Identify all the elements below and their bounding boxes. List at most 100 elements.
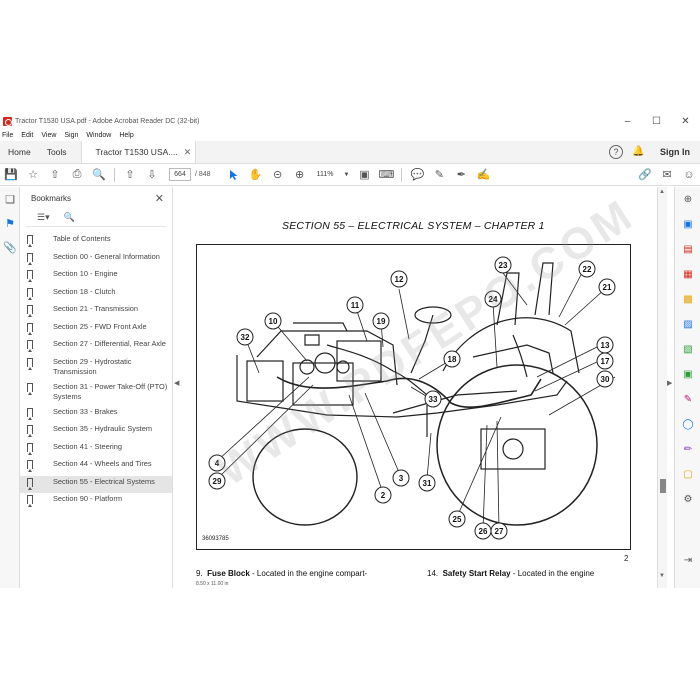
tab-document[interactable]: Tractor T1530 USA.... ✕ <box>80 141 197 163</box>
menu-file[interactable]: File <box>2 132 13 139</box>
item-number: 9. <box>196 569 203 578</box>
next-page-icon[interactable]: ⇩ <box>141 165 163 185</box>
bookmark-item[interactable]: Section 25 - FWD Front Axle <box>20 321 172 339</box>
acrobat-logo-icon <box>3 117 12 126</box>
callout-group: 23410111213171819212223242526 27293031323… <box>208 256 616 540</box>
toolbar-divider <box>401 167 403 182</box>
fit-page-icon[interactable]: ▣ <box>353 165 375 185</box>
window-controls: – ☐ ✕ <box>613 114 700 129</box>
fill-sign-icon[interactable]: ✍ <box>472 165 494 185</box>
account-icon[interactable]: ☺ <box>678 165 700 185</box>
bookmark-item[interactable]: Section 10 - Engine <box>20 268 172 286</box>
menu-sign[interactable]: Sign <box>64 132 78 139</box>
keyboard-icon[interactable]: ⌨ <box>375 165 397 185</box>
previous-page-icon[interactable]: ⇧ <box>119 165 141 185</box>
help-icon[interactable]: ? <box>609 145 623 159</box>
export-pdf-icon[interactable]: ▦ <box>675 262 700 287</box>
create-pdf-icon[interactable]: ▣ <box>675 212 700 237</box>
scroll-thumb[interactable] <box>660 479 666 493</box>
scroll-up-icon[interactable]: ▲ <box>659 189 665 195</box>
page-thumbnails-icon[interactable]: ❏ <box>0 187 20 211</box>
bookmark-item[interactable]: Section 90 - Platform <box>20 493 172 511</box>
select-cursor-icon[interactable] <box>223 165 245 185</box>
edit-pdf-icon[interactable]: ▧ <box>675 337 700 362</box>
bookmark-item[interactable]: Table of Contents <box>20 233 172 251</box>
expand-tools-handle[interactable]: ▶ <box>667 379 672 387</box>
bookmark-label: Section 33 - Brakes <box>53 406 118 416</box>
bookmark-item[interactable]: Section 00 - General Information <box>20 251 172 269</box>
bookmark-options-icon[interactable]: ☰▾ <box>37 212 50 223</box>
minimize-button[interactable]: – <box>613 114 642 129</box>
bookmark-item[interactable]: Section 41 - Steering <box>20 441 172 459</box>
close-panel-icon[interactable]: ✕ <box>155 192 164 205</box>
bookmarks-panel-icon[interactable]: ⚑ <box>0 211 20 235</box>
comment-tool-icon[interactable]: ▩ <box>675 287 700 312</box>
menu-help[interactable]: Help <box>119 132 133 139</box>
protect-icon[interactable]: ◯ <box>675 412 700 437</box>
hand-tool-icon[interactable]: ✋ <box>245 165 267 185</box>
bookmark-item[interactable]: Section 18 - Clutch <box>20 286 172 304</box>
bookmark-label: Section 31 - Power Take-Off (PTO) System… <box>53 381 168 402</box>
notification-bell-icon[interactable]: 🔔 <box>632 146 644 158</box>
menu-window[interactable]: Window <box>86 132 111 139</box>
page-number: 2 <box>624 554 629 563</box>
menu-view[interactable]: View <box>41 132 56 139</box>
tab-tools[interactable]: Tools <box>39 141 75 163</box>
scroll-down-icon[interactable]: ▼ <box>659 573 665 579</box>
collapse-panel-handle[interactable]: ◀ <box>174 379 179 387</box>
scan-ocr-icon[interactable]: ▣ <box>675 362 700 387</box>
callout-number: 13 <box>601 341 610 350</box>
request-signature-icon[interactable]: ✏ <box>675 437 700 462</box>
draw-icon[interactable]: ✒ <box>450 165 472 185</box>
bookmark-item[interactable]: Section 29 - Hydrostatic Transmission <box>20 356 172 381</box>
zoom-dropdown[interactable]: 111% ▼ <box>317 171 350 178</box>
page-number-input[interactable]: 664 <box>169 168 191 181</box>
description-fuse-block: 9. Fuse Block - Located in the engine co… <box>196 569 367 578</box>
more-tools-icon[interactable]: ▢ <box>675 462 700 487</box>
maximize-button[interactable]: ☐ <box>642 114 671 129</box>
find-icon[interactable]: 🔍 <box>88 165 110 185</box>
callout-number: 2 <box>381 491 386 500</box>
item-text: - Located in the engine <box>510 569 595 578</box>
bookmark-icon <box>27 305 33 317</box>
callout-number: 17 <box>601 357 610 366</box>
sign-in-button[interactable]: Sign In <box>660 147 690 157</box>
bookmark-item[interactable]: Section 21 - Transmission <box>20 303 172 321</box>
bookmark-item[interactable]: Section 33 - Brakes <box>20 406 172 424</box>
pdf-page: SECTION 55 – ELECTRICAL SYSTEM – CHAPTER… <box>182 187 656 588</box>
bookmark-item[interactable]: Section 55 - Electrical Systems <box>20 475 172 493</box>
document-view[interactable]: SECTION 55 – ELECTRICAL SYSTEM – CHAPTER… <box>182 187 656 588</box>
comment-icon[interactable]: 💬 <box>406 165 428 185</box>
email-icon[interactable]: ✉ <box>656 165 678 185</box>
menu-edit[interactable]: Edit <box>21 132 33 139</box>
bookmark-star-icon[interactable]: ☆ <box>22 165 44 185</box>
tab-home[interactable]: Home <box>0 141 39 163</box>
vertical-scrollbar[interactable]: ▲ ▼ <box>657 187 667 588</box>
highlight-pen-icon[interactable]: ✎ <box>428 165 450 185</box>
close-tab-icon[interactable]: ✕ <box>184 147 192 158</box>
zoom-search-icon[interactable]: ⊕ <box>675 187 700 212</box>
callout-number: 25 <box>453 515 462 524</box>
save-icon[interactable]: 💾 <box>0 165 22 185</box>
bookmark-item[interactable]: Section 44 - Wheels and Tires <box>20 458 172 476</box>
tools-settings-icon[interactable]: ⚙ <box>675 487 700 512</box>
zoom-out-icon[interactable]: ⊝ <box>267 165 289 185</box>
organize-pages-icon[interactable]: ▤ <box>675 237 700 262</box>
link-icon[interactable]: 🔗 <box>634 165 656 185</box>
callout-number: 32 <box>241 333 250 342</box>
bookmark-item[interactable]: Section 35 - Hydraulic System <box>20 423 172 441</box>
chevron-down-icon: ▼ <box>343 171 350 178</box>
attachments-icon[interactable]: 📎 <box>0 235 20 259</box>
callout-number: 21 <box>603 283 612 292</box>
find-bookmark-icon[interactable]: 🔍 <box>64 212 75 223</box>
print-icon[interactable]: ⎙ <box>66 165 88 185</box>
menu-bar: File Edit View Sign Window Help <box>0 129 700 141</box>
fill-and-sign-icon[interactable]: ✎ <box>675 387 700 412</box>
combine-files-icon[interactable]: ▨ <box>675 312 700 337</box>
bookmark-item[interactable]: Section 27 - Differential, Rear Axle <box>20 338 172 356</box>
bookmark-item[interactable]: Section 31 - Power Take-Off (PTO) System… <box>20 381 172 406</box>
zoom-in-icon[interactable]: ⊕ <box>289 165 311 185</box>
upload-icon[interactable]: ⇧ <box>44 165 66 185</box>
close-window-button[interactable]: ✕ <box>671 114 700 129</box>
collapse-rail-icon[interactable]: ⇥ <box>675 548 700 573</box>
